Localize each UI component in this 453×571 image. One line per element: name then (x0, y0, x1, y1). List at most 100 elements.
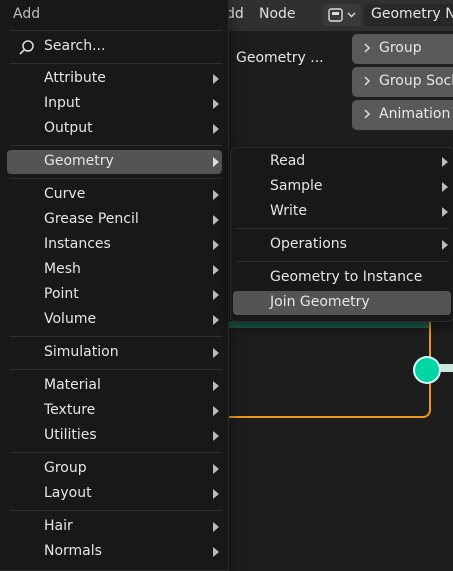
menu-item-label: Geometry to Instance (270, 269, 423, 285)
submenu-item-geometry-to-instance[interactable]: Geometry to Instance (233, 266, 451, 290)
menu-item-label: Mesh (44, 261, 81, 277)
submenu-arrow-icon (442, 207, 448, 217)
submenu-arrow-icon (213, 406, 219, 416)
menu-item-label: Output (44, 120, 93, 136)
panel-label: Group (379, 40, 422, 56)
submenu-arrow-icon (213, 240, 219, 250)
menu-item-label: Hair (44, 518, 73, 534)
separator (10, 63, 222, 64)
node-tree-name: Geometry No (371, 6, 453, 22)
sidebar-panel-animation[interactable]: Animation (352, 100, 453, 130)
node-editor-icon (328, 8, 356, 22)
separator (10, 510, 222, 511)
search-field[interactable]: Search... (12, 35, 218, 59)
menu-item-label: Normals (44, 543, 102, 559)
menu-item-material[interactable]: Material (7, 374, 222, 398)
menu-item-label: Group (44, 460, 87, 476)
menu-item-instances[interactable]: Instances (7, 233, 222, 257)
breadcrumb: Geometry ... (236, 50, 324, 66)
submenu-arrow-icon (213, 315, 219, 325)
menu-title: Add (13, 6, 41, 22)
sidebar-panel-group[interactable]: Group (352, 34, 453, 64)
panel-label: Group Sock (379, 73, 453, 89)
menu-item-geometry[interactable]: Geometry (7, 150, 222, 174)
submenu-arrow-icon (213, 522, 219, 532)
chevron-right-icon (364, 43, 371, 53)
submenu-arrow-icon (213, 265, 219, 275)
menu-item-mesh[interactable]: Mesh (7, 258, 222, 282)
menu-item-label: Write (270, 203, 307, 219)
menu-item-label: Input (44, 95, 81, 111)
chevron-right-icon (364, 76, 371, 86)
menu-item-label: Attribute (44, 70, 106, 86)
submenu-arrow-icon (213, 74, 219, 84)
submenu-item-write[interactable]: Write (233, 200, 451, 224)
add-menu: Add Search... Attribute Input Output Geo… (0, 0, 229, 571)
node-tree-selector[interactable]: Geometry No (364, 4, 453, 26)
submenu-arrow-icon (213, 157, 219, 167)
menu-item-point[interactable]: Point (7, 283, 222, 307)
submenu-arrow-icon (213, 547, 219, 557)
submenu-arrow-icon (213, 99, 219, 109)
menu-item-label: Texture (44, 402, 96, 418)
chevron-right-icon (364, 109, 371, 119)
geometry-submenu: Read Sample Write Operations Geometry to… (230, 147, 453, 322)
menu-item-label: Join Geometry (270, 294, 370, 310)
submenu-arrow-icon (213, 381, 219, 391)
menu-item-volume[interactable]: Volume (7, 308, 222, 332)
submenu-arrow-icon (213, 464, 219, 474)
menu-item-simulation[interactable]: Simulation (7, 341, 222, 365)
menu-item-label: Sample (270, 178, 323, 194)
menu-item-hair[interactable]: Hair (7, 515, 222, 539)
separator (235, 228, 449, 229)
submenu-item-operations[interactable]: Operations (233, 233, 451, 257)
submenu-item-join-geometry[interactable]: Join Geometry (233, 291, 451, 315)
menu-item-grease-pencil[interactable]: Grease Pencil (7, 208, 222, 232)
menu-item-output[interactable]: Output (7, 117, 222, 141)
node-link (438, 364, 453, 372)
submenu-arrow-icon (213, 489, 219, 499)
menu-item-label: Utilities (44, 427, 97, 443)
submenu-arrow-icon (442, 240, 448, 250)
menu-item-input[interactable]: Input (7, 92, 222, 116)
submenu-arrow-icon (213, 124, 219, 134)
submenu-arrow-icon (213, 290, 219, 300)
separator (10, 30, 222, 31)
menu-item-label: Operations (270, 236, 347, 252)
submenu-item-sample[interactable]: Sample (233, 175, 451, 199)
menu-item-texture[interactable]: Texture (7, 399, 222, 423)
menu-item-utilities[interactable]: Utilities (7, 424, 222, 448)
menu-item-label: Curve (44, 186, 86, 202)
submenu-arrow-icon (213, 348, 219, 358)
sidebar-panel-group-sockets[interactable]: Group Sock (352, 67, 453, 97)
separator (10, 369, 222, 370)
menu-item-label: Read (270, 153, 306, 169)
separator (10, 178, 222, 179)
menu-item-group[interactable]: Group (7, 457, 222, 481)
menu-item-curve[interactable]: Curve (7, 183, 222, 207)
menu-item-label: Instances (44, 236, 111, 252)
submenu-arrow-icon (213, 431, 219, 441)
submenu-arrow-icon (442, 157, 448, 167)
submenu-arrow-icon (213, 190, 219, 200)
editor-type-dropdown[interactable] (323, 4, 361, 26)
output-socket[interactable] (415, 358, 439, 382)
menu-item-normals[interactable]: Normals (7, 540, 222, 564)
search-label: Search... (44, 38, 106, 54)
menu-item-label: Simulation (44, 344, 119, 360)
menu-item-attribute[interactable]: Attribute (7, 67, 222, 91)
submenu-item-read[interactable]: Read (233, 150, 451, 174)
menu-item-layout[interactable]: Layout (7, 482, 222, 506)
panel-label: Animation (379, 106, 451, 122)
separator (10, 336, 222, 337)
menu-item-label: Material (44, 377, 101, 393)
menu-item-label: Volume (44, 311, 97, 327)
separator (10, 452, 222, 453)
menu-item-label: Layout (44, 485, 92, 501)
submenu-arrow-icon (442, 182, 448, 192)
separator (10, 145, 222, 146)
header-menu-node[interactable]: Node (259, 6, 296, 22)
menu-item-label: Point (44, 286, 79, 302)
search-icon (19, 40, 34, 55)
menu-item-label: Grease Pencil (44, 211, 139, 227)
